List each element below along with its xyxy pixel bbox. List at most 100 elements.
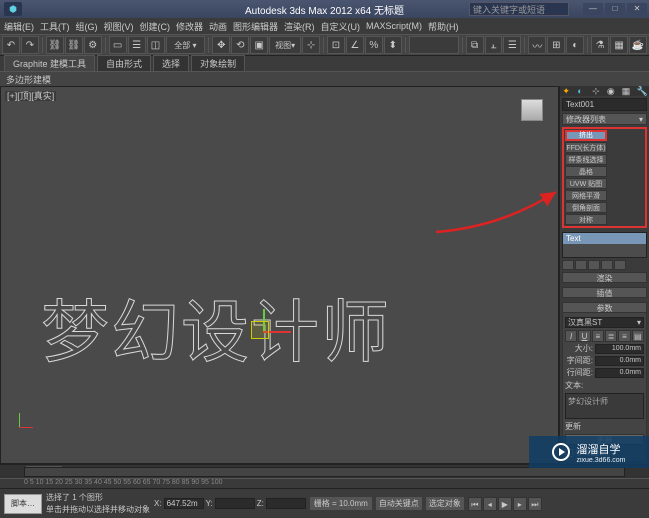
align-right-button[interactable]: ≡	[618, 330, 630, 342]
align-left-button[interactable]: ≡	[592, 330, 604, 342]
size-spinner[interactable]: 100.0mm	[595, 344, 644, 354]
named-sel-dropdown[interactable]	[409, 36, 459, 54]
tab-motion-icon[interactable]: ◉	[607, 86, 617, 96]
modifier-extrude-button[interactable]: 挤出	[565, 130, 607, 141]
font-dropdown[interactable]: 汉真黑ST▾	[565, 317, 644, 328]
underline-button[interactable]: U	[578, 330, 590, 342]
spinner-snap-button[interactable]: ⬍	[384, 36, 402, 54]
goto-end-button[interactable]: ⏭	[528, 497, 542, 511]
rollout-interpolation-header[interactable]: 插值	[562, 287, 647, 298]
goto-start-button[interactable]: ⏮	[468, 497, 482, 511]
render-setup-button[interactable]: ⚗	[591, 36, 609, 54]
modifier-symmetry-button[interactable]: 对称	[565, 214, 607, 225]
object-name-field[interactable]: Text001	[562, 98, 647, 111]
menu-create[interactable]: 创建(C)	[140, 20, 171, 33]
time-slider-track[interactable]	[24, 467, 625, 477]
undo-button[interactable]: ↶	[2, 36, 20, 54]
menu-tools[interactable]: 工具(T)	[40, 20, 70, 33]
pivot-button[interactable]: ⊹	[302, 36, 320, 54]
viewport[interactable]: [+][顶][真实] 梦幻设计师	[0, 86, 559, 464]
menu-group[interactable]: 组(G)	[76, 20, 98, 33]
redo-button[interactable]: ↷	[21, 36, 39, 54]
pin-stack-button[interactable]	[562, 260, 574, 270]
search-input[interactable]: 键入关键字或短语	[469, 2, 569, 16]
auto-key-button[interactable]: 自动关键点	[376, 497, 422, 510]
menu-help[interactable]: 帮助(H)	[428, 20, 459, 33]
ref-coord-dropdown[interactable]: 视图▾	[269, 36, 301, 54]
menu-rendering[interactable]: 渲染(R)	[284, 20, 315, 33]
filter-dropdown[interactable]: 全部 ▾	[166, 36, 206, 54]
angle-snap-button[interactable]: ∠	[346, 36, 364, 54]
render-button[interactable]: ☕	[629, 36, 647, 54]
modifier-bevel-profile-button[interactable]: 倒角剖面	[565, 202, 607, 213]
configure-sets-button[interactable]	[614, 260, 626, 270]
curve-editor-button[interactable]: 〰	[528, 36, 546, 54]
ribbon-tab-paint[interactable]: 对象绘制	[191, 55, 245, 71]
menu-maxscript[interactable]: MAXScript(M)	[366, 21, 422, 31]
bind-button[interactable]: ⚙	[84, 36, 102, 54]
menu-graph-editors[interactable]: 图形编辑器	[233, 20, 278, 33]
leading-spinner[interactable]: 0.0mm	[595, 368, 644, 378]
snap-button[interactable]: ⊡	[327, 36, 345, 54]
menu-edit[interactable]: 编辑(E)	[4, 20, 34, 33]
show-end-result-button[interactable]	[575, 260, 587, 270]
viewport-text-object[interactable]: 梦幻设计师	[41, 277, 391, 376]
modifier-lattice-button[interactable]: 晶格	[565, 166, 607, 177]
stack-item-text[interactable]: Text	[563, 233, 646, 244]
tab-modify-icon[interactable]: ◐	[577, 86, 587, 96]
set-key-dropdown[interactable]: 选定对象	[426, 497, 464, 510]
viewport-label[interactable]: [+][顶][真实]	[5, 89, 56, 102]
unlink-button[interactable]: ⛓	[65, 36, 83, 54]
select-name-button[interactable]: ☰	[128, 36, 146, 54]
render-frame-button[interactable]: ▦	[610, 36, 628, 54]
scale-button[interactable]: ▣	[250, 36, 268, 54]
rollout-parameters-header[interactable]: 参数	[562, 302, 647, 313]
text-input[interactable]: 梦幻设计师	[565, 393, 644, 419]
make-unique-button[interactable]	[588, 260, 600, 270]
close-button[interactable]: ✕	[627, 3, 647, 15]
menu-modifiers[interactable]: 修改器	[176, 20, 203, 33]
play-button[interactable]: ▶	[498, 497, 512, 511]
select-button[interactable]: ▭	[109, 36, 127, 54]
menu-view[interactable]: 视图(V)	[104, 20, 134, 33]
move-button[interactable]: ✥	[212, 36, 230, 54]
next-frame-button[interactable]: ▸	[513, 497, 527, 511]
rotate-button[interactable]: ⟲	[231, 36, 249, 54]
align-center-button[interactable]: ≣	[605, 330, 617, 342]
italic-button[interactable]: I	[565, 330, 577, 342]
modifier-ffd-button[interactable]: FFD(长方体)	[565, 142, 607, 153]
mirror-button[interactable]: ⧉	[466, 36, 484, 54]
rollout-rendering-header[interactable]: 渲染	[562, 272, 647, 283]
tab-display-icon[interactable]: ▦	[622, 86, 632, 96]
modifier-list-dropdown[interactable]: 修改器列表▾	[562, 113, 647, 125]
link-button[interactable]: ⛓	[46, 36, 64, 54]
track-bar[interactable]: 0 5 10 15 20 25 30 35 40 45 50 55 60 65 …	[0, 478, 649, 488]
modifier-spline-select-button[interactable]: 样条线选择	[565, 154, 607, 165]
percent-snap-button[interactable]: %	[365, 36, 383, 54]
align-button[interactable]: ⫠	[485, 36, 503, 54]
menu-customize[interactable]: 自定义(U)	[321, 20, 361, 33]
ribbon-tab-graphite[interactable]: Graphite 建模工具	[4, 55, 95, 71]
tab-utilities-icon[interactable]: 🔧	[637, 86, 647, 96]
kerning-spinner[interactable]: 0.0mm	[595, 356, 644, 366]
ribbon-tab-freeform[interactable]: 自由形式	[97, 55, 151, 71]
select-region-button[interactable]: ◫	[147, 36, 165, 54]
menu-animation[interactable]: 动画	[209, 20, 227, 33]
layer-button[interactable]: ☰	[503, 36, 521, 54]
remove-modifier-button[interactable]	[601, 260, 613, 270]
material-editor-button[interactable]: ◐	[566, 36, 584, 54]
tab-create-icon[interactable]: ✦	[562, 86, 572, 96]
viewcube[interactable]	[514, 95, 550, 131]
tab-hierarchy-icon[interactable]: ⊹	[592, 86, 602, 96]
ribbon-tab-selection[interactable]: 选择	[153, 55, 189, 71]
restore-button[interactable]: □	[605, 3, 625, 15]
minimize-button[interactable]: —	[583, 3, 603, 15]
maxscript-listener-button[interactable]: 脚本…	[4, 494, 42, 514]
transform-gizmo[interactable]	[241, 309, 291, 359]
modifier-meshsmooth-button[interactable]: 网格平滑	[565, 190, 607, 201]
schematic-button[interactable]: ⊞	[547, 36, 565, 54]
justify-button[interactable]: ▤	[632, 330, 644, 342]
modifier-uvw-button[interactable]: UVW 贴图	[565, 178, 607, 189]
modifier-stack[interactable]: Text	[562, 232, 647, 258]
prev-frame-button[interactable]: ◂	[483, 497, 497, 511]
